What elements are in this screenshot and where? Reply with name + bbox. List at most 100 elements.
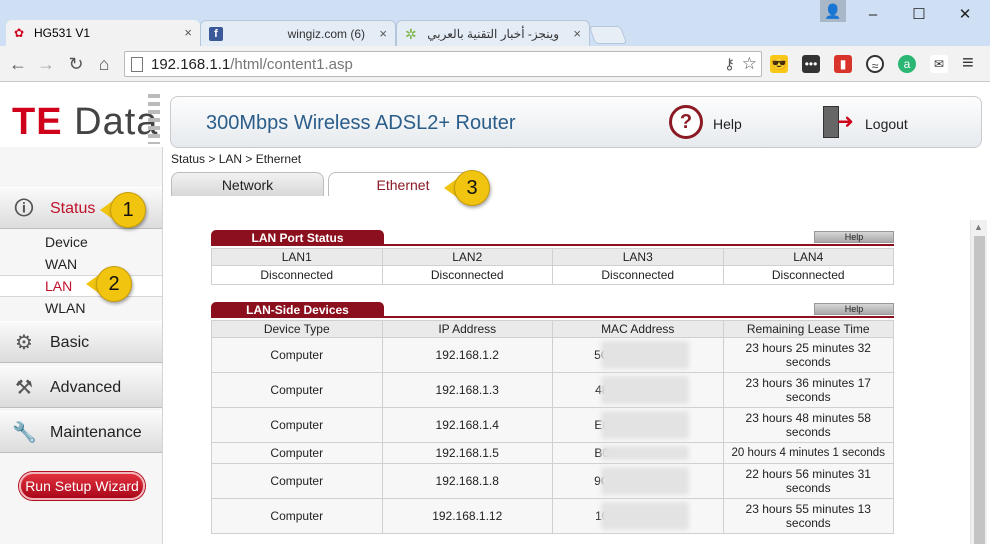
- badge-number: 1: [110, 192, 146, 228]
- page-icon: [131, 57, 143, 72]
- address-bar[interactable]: 192.168.1.1/html/content1.asp ⚷ ☆: [124, 51, 762, 77]
- device-type-cell: Computer: [211, 407, 383, 443]
- mac-redaction: [601, 341, 689, 369]
- column-header: LAN2: [381, 248, 553, 266]
- run-setup-wizard-button[interactable]: Run Setup Wizard: [19, 472, 145, 500]
- lan-side-devices-title: LAN-Side Devices: [211, 302, 384, 318]
- te-data-logo: TE Data: [0, 82, 163, 147]
- mac-address-cell: 48: [552, 372, 724, 408]
- bookmark-star-icon[interactable]: ☆: [742, 54, 757, 74]
- column-header: LAN3: [552, 248, 724, 266]
- close-tab-icon[interactable]: ×: [573, 21, 581, 46]
- logout-icon[interactable]: ➜: [823, 106, 857, 138]
- device-type-cell: Computer: [211, 463, 383, 499]
- ip-address-cell: 192.168.1.4: [381, 407, 553, 443]
- badge-number: 2: [96, 266, 132, 302]
- logo-text: TE Data: [12, 100, 158, 144]
- mac-address-cell: B0: [552, 442, 724, 464]
- logo-dots: [148, 94, 160, 144]
- tab-title: وينجز- أخبار التقنية بالعربي: [427, 27, 559, 41]
- section-divider: [384, 244, 894, 246]
- sidebar-subitem-wlan[interactable]: WLAN: [45, 300, 85, 316]
- minimize-window-button[interactable]: –: [858, 4, 888, 26]
- dots-extension-icon[interactable]: •••: [802, 55, 820, 73]
- url-path: /html/content1.asp: [230, 56, 353, 73]
- table-row: Computer 192.168.1.3 48 23 hours 36 minu…: [211, 372, 894, 408]
- sidebar-item-label: Basic: [50, 334, 90, 351]
- help-link[interactable]: Help: [713, 116, 742, 132]
- maximize-window-button[interactable]: ☐: [904, 4, 934, 26]
- browser-tab-wingiz-arabic[interactable]: ✲ وينجز- أخبار التقنية بالعربي ×: [396, 20, 590, 46]
- home-icon[interactable]: ⌂: [92, 52, 116, 76]
- scroll-thumb[interactable]: [974, 236, 985, 544]
- lan-devices-help-button[interactable]: Help: [814, 303, 894, 315]
- lease-time-cell: 23 hours 25 minutes 32 seconds: [722, 337, 894, 373]
- table-row: Computer 192.168.1.5 B0 20 hours 4 minut…: [211, 442, 894, 464]
- router-header: 300Mbps Wireless ADSL2+ Router ? Help ➜ …: [170, 96, 982, 148]
- logo-te: TE: [12, 101, 63, 143]
- table-row: Computer 192.168.1.12 10 23 hours 55 min…: [211, 498, 894, 534]
- status-info-icon: 🛈: [13, 198, 35, 220]
- table-row: Computer 192.168.1.2 5C 23 hours 25 minu…: [211, 337, 894, 373]
- device-type-cell: Computer: [211, 337, 383, 373]
- column-header: LAN1: [211, 248, 383, 266]
- lease-time-cell: 22 hours 56 minutes 31 seconds: [722, 463, 894, 499]
- green-circle-extension-icon[interactable]: a: [898, 55, 916, 73]
- browser-tab-router[interactable]: ✿ HG531 V1 ×: [6, 20, 200, 46]
- ip-address-cell: 192.168.1.8: [381, 463, 553, 499]
- lan-port-help-button[interactable]: Help: [814, 231, 894, 243]
- reload-icon[interactable]: ↻: [64, 52, 88, 76]
- key-icon[interactable]: ⚷: [724, 55, 735, 73]
- tab-network[interactable]: Network: [171, 172, 324, 196]
- sync-extension-icon[interactable]: ≈: [866, 55, 884, 73]
- tab-title: HG531 V1: [34, 26, 91, 40]
- close-tab-icon[interactable]: ×: [379, 21, 387, 46]
- forward-icon[interactable]: →: [34, 52, 58, 76]
- lan-port-status-title: LAN Port Status: [211, 230, 384, 246]
- browser-tab-wingiz-facebook[interactable]: f wingiz.com (6) ×: [200, 20, 396, 46]
- red-bookmark-extension-icon[interactable]: ▮: [834, 55, 852, 73]
- sidebar-item-maintenance[interactable]: 🔧 Maintenance: [0, 411, 162, 453]
- sidebar-item-label: Status: [50, 200, 96, 217]
- port-status-cell: Disconnected: [381, 265, 553, 285]
- lan-port-status-table: LAN1 LAN2 LAN3 LAN4 Disconnected Disconn…: [211, 248, 894, 285]
- mac-address-cell: 9C: [552, 463, 724, 499]
- annotation-badge-1: 1: [100, 192, 152, 228]
- sunglasses-extension-icon[interactable]: 😎: [770, 55, 788, 73]
- mac-redaction: [601, 446, 689, 460]
- page-scrollbar[interactable]: ▲: [970, 220, 987, 544]
- table-row: Computer 192.168.1.4 E8 23 hours 48 minu…: [211, 407, 894, 443]
- mac-redaction: [601, 411, 689, 439]
- scroll-up-icon[interactable]: ▲: [974, 222, 983, 232]
- sidebar-item-advanced[interactable]: ⚒ Advanced: [0, 366, 162, 408]
- section-divider: [384, 316, 894, 318]
- device-type-cell: Computer: [211, 442, 383, 464]
- badge-number: 3: [454, 170, 490, 206]
- new-tab-button[interactable]: [588, 26, 628, 44]
- sidebar-item-label: Maintenance: [50, 424, 142, 441]
- mail-extension-icon[interactable]: ✉: [930, 55, 948, 73]
- advanced-tools-icon: ⚒: [15, 377, 33, 399]
- sidebar-item-basic[interactable]: ⚙ Basic: [0, 321, 162, 363]
- help-icon[interactable]: ?: [669, 105, 703, 139]
- lease-time-cell: 23 hours 48 minutes 58 seconds: [722, 407, 894, 443]
- browser-menu-icon[interactable]: ≡: [962, 52, 974, 75]
- logo-data: Data: [62, 101, 159, 143]
- facebook-favicon-icon: f: [209, 27, 223, 41]
- url-text[interactable]: 192.168.1.1/html/content1.asp: [151, 55, 353, 75]
- close-window-button[interactable]: ✕: [950, 4, 980, 26]
- mac-redaction: [601, 467, 689, 495]
- user-profile-icon[interactable]: 👤: [820, 0, 846, 22]
- ip-address-cell: 192.168.1.12: [381, 498, 553, 534]
- tab-title: wingiz.com (6): [287, 27, 365, 41]
- device-type-cell: Computer: [211, 498, 383, 534]
- logout-link[interactable]: Logout: [865, 116, 908, 132]
- ip-address-cell: 192.168.1.2: [381, 337, 553, 373]
- sidebar-subitem-wan[interactable]: WAN: [45, 256, 77, 272]
- huawei-favicon-icon: ✿: [14, 26, 25, 40]
- back-icon[interactable]: ←: [6, 52, 30, 76]
- close-tab-icon[interactable]: ×: [184, 20, 192, 46]
- sidebar-subitem-device[interactable]: Device: [45, 234, 88, 250]
- table-row: Disconnected Disconnected Disconnected D…: [211, 265, 894, 285]
- sidebar-subitem-lan[interactable]: LAN: [45, 278, 72, 294]
